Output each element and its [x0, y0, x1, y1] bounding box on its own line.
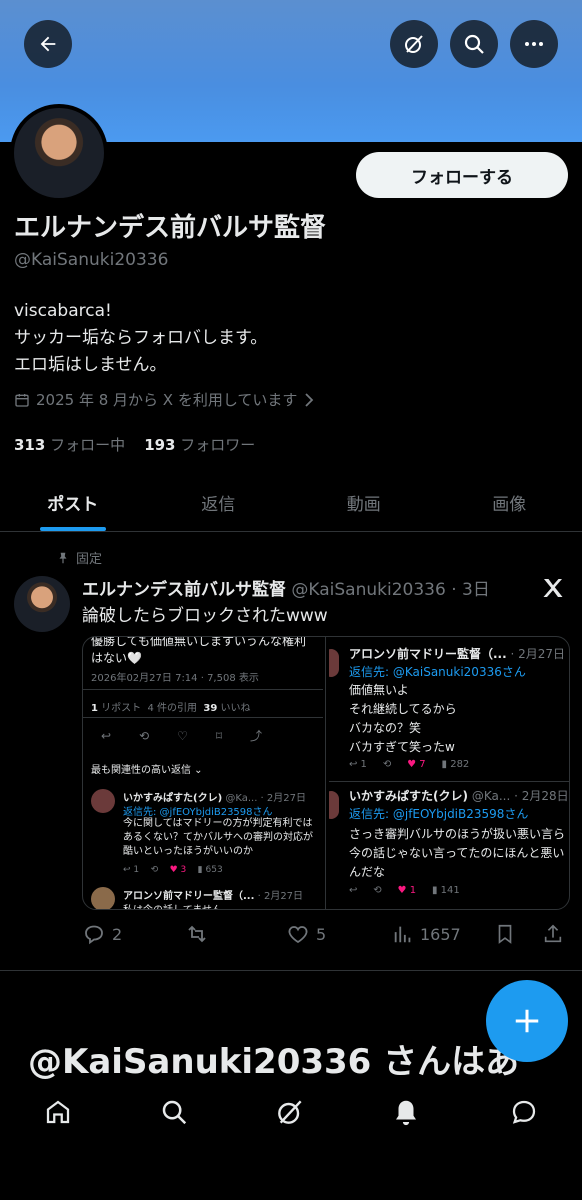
media-reply1-to: 返信先: @jfEOYbjdiB23598さん — [123, 807, 273, 818]
pin-icon — [59, 552, 67, 563]
bottom-nav — [0, 1082, 582, 1142]
media-reply2-avatar — [91, 887, 115, 909]
profile-handle: @KaiSanuki20336 — [14, 250, 169, 270]
profile-stats: 313 フォロー中 193 フォロワー — [14, 434, 255, 455]
compose-button[interactable] — [486, 980, 568, 1062]
grok-icon — [278, 1100, 302, 1124]
media-r1-text: 価値無いよ それ継続してるから バカなの？笑 バカすぎて笑ったw — [349, 683, 457, 754]
media-reply2-header: アロンソ前マドリー監督（... · 2月27日 — [123, 891, 304, 902]
media-r2-text: さっき審判バルサのほうが扱い悪い言ら今の話じゃない言ってたのにほんと悪いんだな — [349, 827, 566, 879]
media-sort: 最も関連性の高い返信 ⌄ — [91, 765, 203, 776]
media-reply1-actions: ↩ 1 ⟲ ♥ 3 ▮ 653 — [123, 865, 223, 875]
tab-videos[interactable]: 動画 — [291, 473, 437, 531]
nav-messages[interactable] — [506, 1094, 542, 1130]
profile-avatar[interactable] — [10, 104, 108, 202]
share-icon — [544, 924, 562, 943]
post-header: エルナンデス前バルサ監督 @KaiSanuki20336 · 3日 — [82, 575, 490, 600]
retweet-icon — [188, 925, 206, 943]
post-avatar[interactable] — [14, 576, 70, 632]
calendar-icon — [15, 393, 29, 407]
media-r1-header: アロンソ前マドリー監督（... · 2月27日 — [349, 647, 566, 661]
joined-date[interactable]: 2025 年 8 月から X を利用しています — [14, 389, 315, 410]
back-button[interactable] — [24, 20, 72, 68]
media-reply1-text: 今に関してはマドリーの方が判定有利ではあるくない？てかバルサへの審判の対応が酷い… — [123, 818, 313, 857]
media-action-row: ↩⟲♡⌑⤴ — [101, 729, 291, 743]
media-r1-actions: ↩ 1 ⟲ ♥ 7 ▮ 282 — [349, 759, 470, 770]
media-reply1-header: いかすみぱすた(クレ) @Ka... · 2月27日 — [123, 793, 306, 804]
more-icon — [525, 42, 543, 46]
nav-notifications[interactable] — [388, 1094, 424, 1130]
nav-search[interactable] — [156, 1094, 192, 1130]
tab-images[interactable]: 画像 — [437, 473, 582, 531]
retweet-button[interactable] — [184, 922, 210, 946]
bookmark-button[interactable] — [494, 922, 516, 946]
profile-name: エルナンデス前バルサ監督 — [14, 213, 327, 243]
media-r2-header: いかすみぱすた(クレ) @Ka... · 2月28日 — [349, 789, 569, 803]
home-icon — [46, 1100, 70, 1124]
nav-home[interactable] — [40, 1094, 76, 1130]
media-date-views: 2026年02月27日 7:14 · 7,508 表示 — [91, 673, 259, 684]
divider — [0, 970, 582, 971]
plus-icon — [515, 1009, 539, 1033]
media-left-pane: 優勝しても価値無いしますいうんな権利はない🤍 2026年02月27日 7:14 … — [83, 637, 323, 909]
reply-button[interactable]: 2 — [82, 922, 122, 946]
media-r1-avatar — [329, 649, 339, 677]
post-actions: 2 5 1657 — [82, 916, 568, 950]
post-handle-time: @KaiSanuki20336 · 3日 — [291, 580, 490, 600]
like-button[interactable]: 5 — [286, 922, 326, 946]
post-media[interactable]: 優勝しても価値無いしますいうんな権利はない🤍 2026年02月27日 7:14 … — [82, 636, 570, 910]
more-button[interactable] — [510, 20, 558, 68]
profile-bio: viscabarca! サッカー垢ならフォロバします。 エロ垢はしません。 — [14, 301, 268, 375]
media-r2-to: 返信先: @jfEOYbjdiB23598さん — [349, 807, 529, 821]
grok-button[interactable] — [390, 20, 438, 68]
media-right-pane: アロンソ前マドリー監督（... · 2月27日 返信先: @KaiSanuki2… — [329, 637, 569, 909]
post-author: エルナンデス前バルサ監督 — [82, 580, 286, 600]
media-reply2-text: 私は今の話してません — [123, 901, 222, 909]
post-text: 論破したらブロックされたwww — [82, 606, 328, 626]
following-link[interactable]: 313 フォロー中 — [14, 436, 125, 454]
media-r2-actions: ↩ ⟲ ♥ 1 ▮ 141 — [349, 885, 460, 896]
media-counts: 1 リポスト 4 件の引用 39 いいね — [91, 703, 251, 714]
profile-tabs: ポスト 返信 動画 画像 — [0, 473, 582, 532]
tab-posts[interactable]: ポスト — [0, 473, 146, 531]
search-button[interactable] — [450, 20, 498, 68]
views-icon — [394, 926, 411, 943]
notifications-icon — [396, 1100, 416, 1126]
nav-grok[interactable] — [272, 1094, 308, 1130]
media-reply1-avatar — [91, 789, 115, 813]
x-logo-icon[interactable] — [540, 576, 566, 600]
views-button[interactable]: 1657 — [392, 922, 461, 946]
bookmark-icon — [498, 924, 512, 944]
back-arrow-icon — [40, 36, 56, 52]
media-r2-avatar — [329, 791, 339, 819]
share-button[interactable] — [542, 922, 564, 946]
messages-icon — [512, 1100, 536, 1124]
followers-link[interactable]: 193 フォロワー — [144, 436, 255, 454]
joined-text: 2025 年 8 月から X を利用しています — [36, 391, 298, 409]
chevron-right-icon — [305, 392, 314, 407]
search-icon — [162, 1100, 187, 1125]
footer-notice: @KaiSanuki20336 さんはあ — [28, 1042, 520, 1082]
search-icon — [464, 34, 484, 54]
tab-replies[interactable]: 返信 — [146, 473, 292, 531]
reply-icon — [85, 925, 103, 945]
media-r1-to: 返信先: @KaiSanuki20336さん — [349, 665, 526, 679]
media-top-text: 優勝しても価値無いしますいうんな権利はない🤍 — [91, 637, 307, 665]
follow-button[interactable]: フォローする — [356, 152, 568, 198]
like-icon — [288, 926, 308, 944]
grok-icon — [405, 35, 423, 53]
pinned-label: 固定 — [56, 548, 102, 567]
